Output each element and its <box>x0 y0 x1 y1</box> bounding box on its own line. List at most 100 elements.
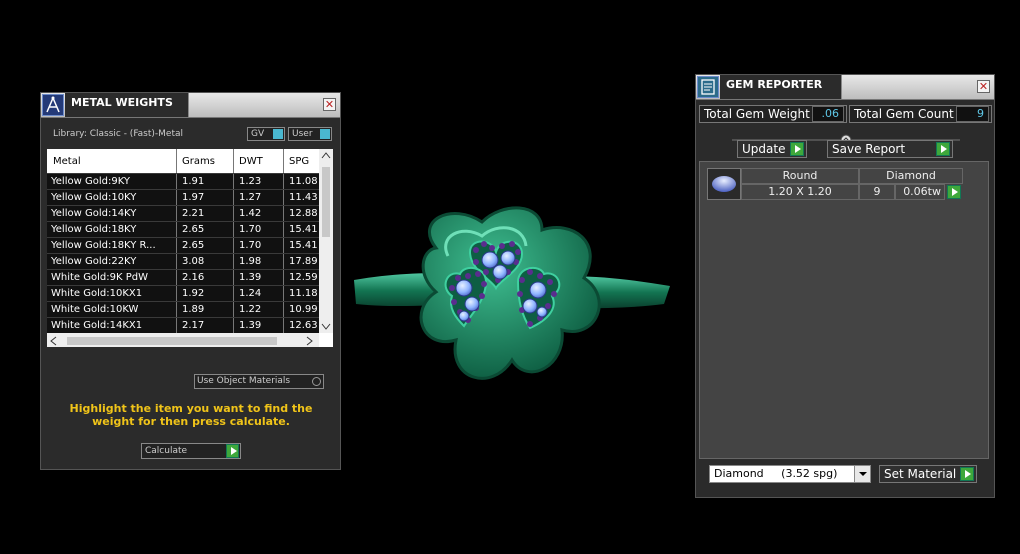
use-object-materials-label: Use Object Materials <box>197 376 291 386</box>
cell-metal: Yellow Gold:9KY <box>51 176 130 187</box>
chevron-down-icon <box>854 466 870 482</box>
metal-weights-title: METAL WEIGHTS <box>65 93 189 117</box>
metal-table-body: Yellow Gold:9KY 1.91 1.23 11.08 Yellow Gold:… <box>47 173 319 347</box>
cell-spg: 12.59 <box>289 272 318 283</box>
cell-spg: 10.99 <box>289 304 318 315</box>
cell-dwt: 1.70 <box>239 240 262 251</box>
calculate-button[interactable]: Calculate <box>141 443 241 459</box>
table-row[interactable]: White Gold:14KX1 2.17 1.39 12.63 <box>47 317 319 333</box>
cell-grams: 2.65 <box>182 224 205 235</box>
cell-spg: 17.89 <box>289 256 318 267</box>
cell-dwt: 1.70 <box>239 224 262 235</box>
play-icon <box>936 142 950 156</box>
calculate-label: Calculate <box>145 446 188 456</box>
table-row[interactable]: Yellow Gold:18KY 2.65 1.70 15.41 <box>47 221 319 237</box>
close-icon[interactable]: ✕ <box>977 80 990 93</box>
cell-spg: 11.18 <box>289 288 318 299</box>
cell-metal: White Gold:14KX1 <box>51 320 143 331</box>
update-button[interactable]: Update <box>737 140 807 158</box>
table-row[interactable]: Yellow Gold:14KY 2.21 1.42 12.88 <box>47 205 319 221</box>
cell-dwt: 1.24 <box>239 288 262 299</box>
gem-material: Diamond <box>859 168 963 184</box>
cell-metal: White Gold:10KW <box>51 304 139 315</box>
cell-grams: 1.91 <box>182 176 205 187</box>
cell-grams: 1.92 <box>182 288 205 299</box>
column-header-dwt[interactable]: DWT <box>239 156 263 167</box>
metal-weights-titlebar: METAL WEIGHTS ✕ <box>41 93 340 118</box>
gv-label: GV <box>251 129 265 139</box>
set-material-button[interactable]: Set Material <box>879 465 977 483</box>
gem-weight: 0.06tw <box>895 184 945 200</box>
gem-reporter-panel: GEM REPORTER ✕ Total Gem Weight .06 Tota… <box>695 74 995 498</box>
use-object-materials-toggle[interactable]: Use Object Materials <box>194 374 324 389</box>
cell-grams: 2.65 <box>182 240 205 251</box>
gem-shape: Round <box>741 168 859 184</box>
user-label: User <box>292 129 313 139</box>
library-label: Library: Classic - (Fast)-Metal <box>53 129 184 139</box>
table-row[interactable]: White Gold:10KX1 1.92 1.24 11.18 <box>47 285 319 301</box>
cell-dwt: 1.39 <box>239 272 262 283</box>
table-row[interactable]: White Gold:9K PdW 2.16 1.39 12.59 <box>47 269 319 285</box>
vertical-scrollbar[interactable] <box>319 149 333 333</box>
close-icon[interactable]: ✕ <box>323 98 336 111</box>
cell-spg: 11.43 <box>289 192 318 203</box>
round-gem-icon <box>707 168 741 200</box>
table-row[interactable]: Yellow Gold:9KY 1.91 1.23 11.08 <box>47 173 319 189</box>
cell-grams: 2.16 <box>182 272 205 283</box>
cell-dwt: 1.23 <box>239 176 262 187</box>
user-switch-icon <box>320 129 330 139</box>
cell-metal: Yellow Gold:22KY <box>51 256 137 267</box>
gv-switch-icon <box>273 129 283 139</box>
cell-dwt: 1.39 <box>239 320 262 331</box>
cell-spg: 15.41 <box>289 240 318 251</box>
cell-metal: Yellow Gold:10KY <box>51 192 137 203</box>
cell-spg: 15.41 <box>289 224 318 235</box>
cell-metal: White Gold:9K PdW <box>51 272 148 283</box>
cell-grams: 1.97 <box>182 192 205 203</box>
cell-dwt: 1.27 <box>239 192 262 203</box>
cell-spg: 11.08 <box>289 176 318 187</box>
save-report-button[interactable]: Save Report <box>827 140 953 158</box>
cell-grams: 2.21 <box>182 208 205 219</box>
table-row[interactable]: White Gold:10KW 1.89 1.22 10.99 <box>47 301 319 317</box>
update-label: Update <box>742 142 786 156</box>
table-row[interactable]: Yellow Gold:10KY 1.97 1.27 11.43 <box>47 189 319 205</box>
gem-reporter-title: GEM REPORTER <box>720 75 842 99</box>
metal-weights-icon <box>42 94 64 116</box>
cell-dwt: 1.98 <box>239 256 262 267</box>
material-select[interactable]: Diamond (3.52 spg) <box>709 465 871 483</box>
cell-grams: 1.89 <box>182 304 205 315</box>
clover-ring-render <box>354 206 670 380</box>
cell-metal: Yellow Gold:14KY <box>51 208 137 219</box>
cell-spg: 12.63 <box>289 320 318 331</box>
set-material-label: Set Material <box>884 467 957 481</box>
material-select-value: Diamond (3.52 spg) <box>714 467 838 480</box>
table-row[interactable]: Yellow Gold:18KY R... 2.65 1.70 15.41 <box>47 237 319 253</box>
gem-list: Round Diamond 1.20 X 1.20 9 0.06tw <box>699 161 989 459</box>
cell-dwt: 1.42 <box>239 208 262 219</box>
cell-grams: 2.17 <box>182 320 205 331</box>
gem-reporter-titlebar: GEM REPORTER ✕ <box>696 75 994 100</box>
cell-grams: 3.08 <box>182 256 205 267</box>
radio-icon <box>312 377 321 386</box>
gv-toggle[interactable]: GV <box>247 127 285 141</box>
metal-table: Metal Grams DWT SPG Yellow Gold:9KY 1.91 1… <box>47 149 333 347</box>
play-icon <box>960 467 974 481</box>
ring-viewport[interactable] <box>352 200 672 395</box>
total-gem-weight-value[interactable]: .06 <box>812 106 844 122</box>
column-header-metal[interactable]: Metal <box>53 156 81 167</box>
user-toggle[interactable]: User <box>288 127 332 141</box>
gem-row-play-icon[interactable] <box>947 185 961 199</box>
horizontal-scrollbar[interactable] <box>47 333 319 347</box>
gem-count: 9 <box>859 184 895 200</box>
total-gem-count-value[interactable]: 9 <box>956 106 989 122</box>
column-header-grams[interactable]: Grams <box>182 156 215 167</box>
cell-metal: White Gold:10KX1 <box>51 288 143 299</box>
cell-dwt: 1.22 <box>239 304 262 315</box>
table-row[interactable]: Yellow Gold:22KY 3.08 1.98 17.89 <box>47 253 319 269</box>
metal-weights-panel: METAL WEIGHTS ✕ Library: Classic - (Fast… <box>40 92 341 470</box>
play-icon <box>790 142 804 156</box>
gem-row[interactable]: Round Diamond 1.20 X 1.20 9 0.06tw <box>707 168 965 200</box>
metal-table-header: Metal Grams DWT SPG <box>47 149 319 173</box>
column-header-spg[interactable]: SPG <box>289 156 309 167</box>
